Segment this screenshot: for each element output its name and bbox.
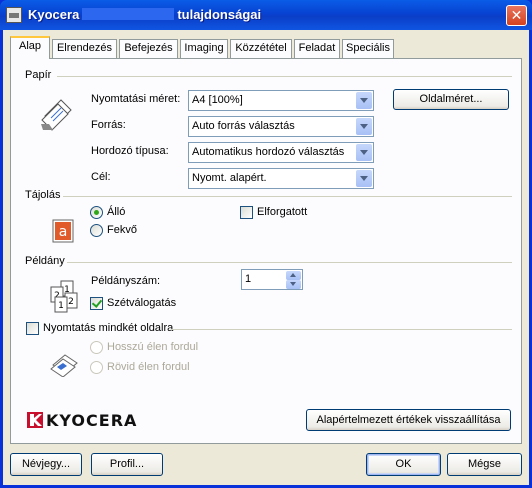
close-button[interactable]: ✕	[506, 5, 527, 26]
short-edge-radio[interactable]	[90, 361, 103, 374]
destination-dropdown[interactable]: Nyomt. alapért.	[188, 168, 374, 189]
media-type-label: Hordozó típusa:	[91, 145, 169, 157]
source-label: Forrás:	[91, 119, 126, 131]
media-type-dropdown[interactable]: Automatikus hordozó választás	[188, 142, 374, 163]
destination-value: Nyomt. alapért.	[192, 172, 267, 184]
kyocera-logo-mark	[27, 412, 43, 428]
tab-label: Elrendezés	[56, 42, 113, 54]
duplex-icon	[50, 354, 78, 377]
rotated-checkbox[interactable]	[240, 206, 253, 219]
orientation-group-label: Tájolás	[25, 189, 61, 201]
tab-panel-alap: Papír Nyomtatási méret: A4 [100%] Oldalm…	[10, 58, 522, 444]
long-edge-label[interactable]: Hosszú élen fordul	[107, 341, 198, 353]
tab-imaging[interactable]: Imaging	[180, 39, 228, 58]
tab-alap[interactable]: Alap	[10, 36, 50, 59]
tab-specialis[interactable]: Speciális	[342, 39, 394, 58]
tab-kozzetetel[interactable]: Közzététel	[230, 39, 292, 58]
print-size-dropdown[interactable]: A4 [100%]	[188, 90, 374, 111]
printer-icon	[6, 7, 22, 23]
collate-checkbox[interactable]	[90, 297, 103, 310]
chevron-down-icon[interactable]	[356, 118, 372, 135]
portrait-radio[interactable]	[90, 206, 103, 219]
close-icon: ✕	[510, 7, 523, 23]
tab-label: Feladat	[298, 42, 336, 54]
portrait-a-icon: a	[52, 219, 74, 243]
landscape-radio[interactable]	[90, 224, 103, 237]
redacted-model-name	[82, 8, 175, 20]
portrait-label[interactable]: Álló	[107, 206, 125, 218]
duplex-checkbox[interactable]	[26, 322, 39, 335]
collate-icon: 1 2 2 1	[50, 280, 78, 313]
svg-text:a: a	[59, 224, 68, 240]
tab-label: Alap	[18, 40, 42, 52]
collate-label[interactable]: Szétválogatás	[107, 297, 176, 309]
divider	[67, 262, 512, 263]
copies-group-label: Példány	[25, 255, 65, 267]
title-prefix: Kyocera	[28, 7, 80, 22]
tab-befejezes[interactable]: Befejezés	[119, 39, 178, 58]
chevron-down-icon[interactable]	[356, 92, 372, 109]
cancel-button[interactable]: Mégse	[447, 453, 522, 476]
tab-label: Közzététel	[235, 42, 287, 54]
rotated-label[interactable]: Elforgatott	[257, 206, 307, 218]
svg-text:1: 1	[58, 301, 64, 311]
spin-up-icon[interactable]	[286, 271, 301, 280]
divider	[63, 196, 512, 197]
chevron-down-icon[interactable]	[356, 144, 372, 161]
divider	[171, 329, 512, 330]
long-edge-radio[interactable]	[90, 341, 103, 354]
svg-text:2: 2	[68, 297, 74, 307]
restore-defaults-button[interactable]: Alapértelmezett értékek visszaállítása	[306, 409, 511, 431]
ok-button[interactable]: OK	[366, 453, 441, 476]
profile-name-button[interactable]: Névjegy...	[10, 453, 82, 476]
tab-label: Befejezés	[124, 42, 173, 54]
print-size-label: Nyomtatási méret:	[91, 93, 181, 105]
kyocera-logo-text: KYOCERA	[46, 411, 138, 430]
copies-value: 1	[245, 273, 252, 285]
spin-down-icon[interactable]	[286, 280, 301, 289]
landscape-label[interactable]: Fekvő	[107, 224, 137, 236]
page-size-button[interactable]: Oldalméret...	[393, 89, 509, 110]
properties-window: Kyocera tulajdonságai ✕ Alap Elrendezés B…	[0, 0, 532, 488]
tab-label: Imaging	[184, 42, 224, 54]
title-suffix: tulajdonságai	[177, 7, 262, 22]
print-size-value: A4 [100%]	[192, 94, 243, 106]
title-bar[interactable]: Kyocera tulajdonságai ✕	[0, 0, 532, 30]
copies-spinner[interactable]: 1	[241, 269, 303, 290]
tab-label: Speciális	[345, 42, 391, 54]
duplex-label[interactable]: Nyomtatás mindkét oldalra	[43, 322, 173, 334]
tab-feladat[interactable]: Feladat	[294, 39, 340, 58]
short-edge-label[interactable]: Rövid élen fordul	[107, 361, 190, 373]
dialog-body: Alap Elrendezés Befejezés Imaging Közzét…	[3, 30, 529, 485]
copies-label: Példányszám:	[91, 275, 161, 287]
tab-elrendezes[interactable]: Elrendezés	[52, 39, 117, 58]
profile-button[interactable]: Profil...	[91, 453, 163, 476]
destination-label: Cél:	[91, 171, 111, 183]
paper-stack-icon	[41, 99, 72, 131]
source-dropdown[interactable]: Auto forrás választás	[188, 116, 374, 137]
window-title: Kyocera tulajdonságai	[28, 7, 261, 22]
divider	[57, 76, 512, 77]
paper-group-label: Papír	[25, 69, 52, 81]
source-value: Auto forrás választás	[192, 120, 295, 132]
media-type-value: Automatikus hordozó választás	[192, 146, 345, 158]
chevron-down-icon[interactable]	[356, 170, 372, 187]
